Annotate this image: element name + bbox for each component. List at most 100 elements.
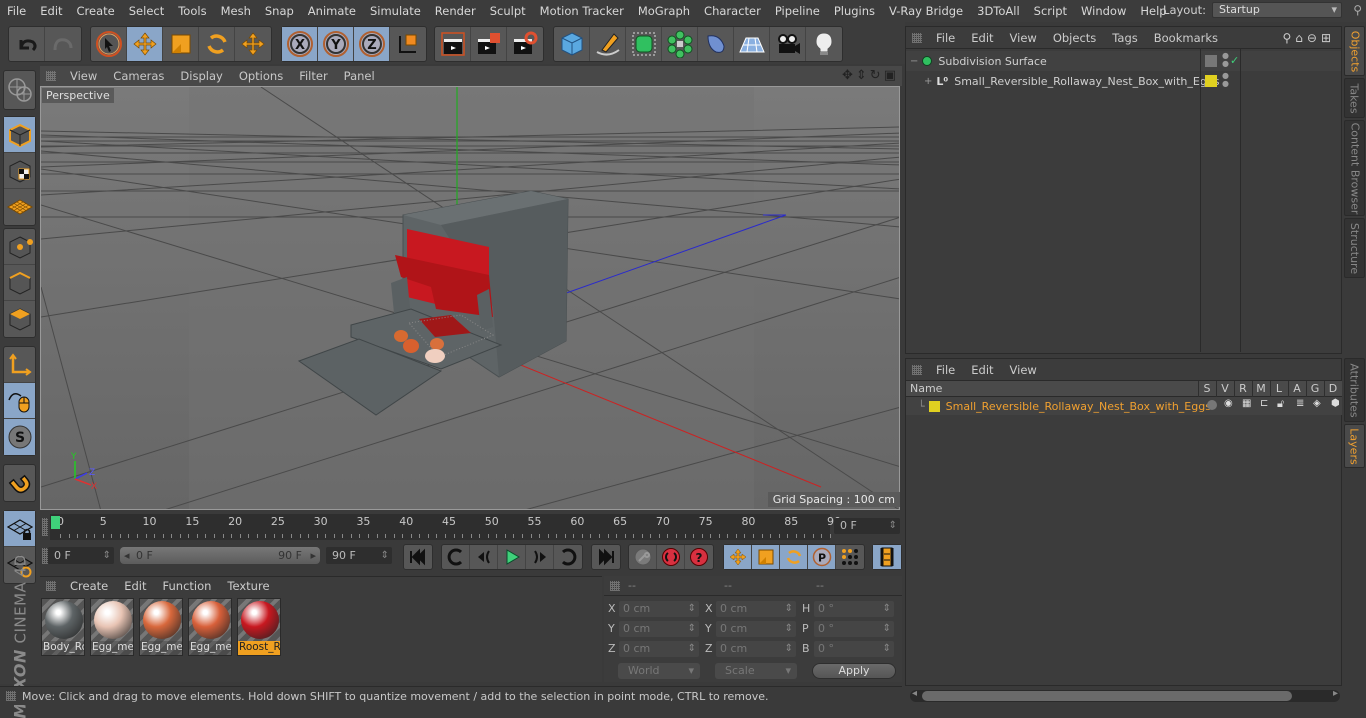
menu-render[interactable]: Render xyxy=(428,4,483,18)
viewport-menu-cameras[interactable]: Cameras xyxy=(105,69,172,83)
menu-simulate[interactable]: Simulate xyxy=(363,4,428,18)
size-mode-dropdown[interactable]: Scale xyxy=(715,663,797,679)
layer-color-icon[interactable] xyxy=(1205,75,1217,87)
texture-mode-button[interactable] xyxy=(4,153,35,189)
tab-layers[interactable]: Layers xyxy=(1344,424,1365,468)
column-name[interactable]: Name xyxy=(910,382,942,395)
render-view-button[interactable] xyxy=(435,27,471,61)
viewport-menu-display[interactable]: Display xyxy=(172,69,230,83)
key-rotation-button[interactable] xyxy=(780,545,808,569)
live-selection-button[interactable] xyxy=(91,27,127,61)
object-name[interactable]: Small_Reversible_Rollaway_Nest_Box_with_… xyxy=(954,75,1219,88)
editor-visibility-icon[interactable] xyxy=(1205,55,1217,67)
redo-button[interactable] xyxy=(45,27,81,61)
timeline-grip[interactable] xyxy=(42,518,48,536)
tab-attributes[interactable]: Attributes xyxy=(1344,358,1365,422)
enabled-check-icon[interactable]: ✓ xyxy=(1230,54,1239,67)
deformer-toggle-icon[interactable]: ⬢ xyxy=(1331,398,1340,409)
scroll-right-icon[interactable]: ▸ xyxy=(1333,688,1338,699)
start-frame-field[interactable]: 0 F xyxy=(48,547,114,564)
size-z-field[interactable]: 0 cm xyxy=(716,641,796,657)
rotate-tool-button[interactable] xyxy=(199,27,235,61)
objects-menu-objects[interactable]: Objects xyxy=(1045,31,1104,45)
menu-select[interactable]: Select xyxy=(122,4,171,18)
menu-motion-tracker[interactable]: Motion Tracker xyxy=(533,4,631,18)
tab-content-browser[interactable]: Content Browser xyxy=(1344,120,1365,216)
tab-objects[interactable]: Objects xyxy=(1344,26,1365,76)
objects-menu-edit[interactable]: Edit xyxy=(963,31,1001,45)
axis-mode-button[interactable] xyxy=(4,347,35,383)
new-view-icon[interactable]: ⊞ xyxy=(1321,31,1335,45)
scroll-left-icon[interactable]: ◂ xyxy=(912,688,917,699)
column-solo[interactable]: S xyxy=(1198,381,1215,397)
goto-start-button[interactable] xyxy=(404,545,432,569)
orbit-view-icon[interactable]: ↻ xyxy=(870,68,881,83)
floor-button[interactable] xyxy=(734,27,770,61)
menu-window[interactable]: Window xyxy=(1074,4,1133,18)
workplane-mode-button[interactable] xyxy=(4,189,35,225)
goto-end-button[interactable] xyxy=(592,545,620,569)
magnet-button[interactable] xyxy=(4,465,35,501)
menu-script[interactable]: Script xyxy=(1027,4,1074,18)
z-axis-button[interactable]: Z xyxy=(354,27,390,61)
layout-dropdown[interactable]: Startup xyxy=(1212,2,1342,18)
viewport-solo-button[interactable] xyxy=(4,71,35,109)
viewport-menu-filter[interactable]: Filter xyxy=(291,69,335,83)
rotation-b-field[interactable]: 0 ° xyxy=(814,641,894,657)
cloner-button[interactable] xyxy=(662,27,698,61)
lock-workplane-button[interactable] xyxy=(4,511,35,547)
render-settings-button[interactable] xyxy=(507,27,543,61)
coordinate-mode-dropdown[interactable]: World xyxy=(618,663,700,679)
snap-mode-button[interactable]: S xyxy=(4,419,35,455)
zoom-view-icon[interactable]: ⇕ xyxy=(856,68,867,83)
scrollbar-thumb[interactable] xyxy=(922,691,1292,701)
light-button[interactable] xyxy=(806,27,842,61)
layers-menu-file[interactable]: File xyxy=(928,363,963,377)
size-x-field[interactable]: 0 cm xyxy=(716,601,796,617)
menu-sculpt[interactable]: Sculpt xyxy=(483,4,533,18)
layer-color-swatch[interactable] xyxy=(928,400,940,412)
toggle-panels-icon[interactable]: ▣ xyxy=(884,68,896,83)
pan-view-icon[interactable]: ✥ xyxy=(842,68,853,83)
range-right-arrow-icon[interactable]: ▸ xyxy=(310,547,316,564)
search-icon[interactable]: ⚲ xyxy=(1282,31,1295,45)
search-icon[interactable]: ⚲ xyxy=(1353,3,1362,17)
current-frame-field[interactable]: 0 F xyxy=(834,518,900,534)
viewport-menu-options[interactable]: Options xyxy=(231,69,291,83)
position-x-field[interactable]: 0 cm xyxy=(619,601,699,617)
size-y-field[interactable]: 0 cm xyxy=(716,621,796,637)
coordinates-grip[interactable] xyxy=(610,580,620,591)
material-menu-create[interactable]: Create xyxy=(62,579,116,593)
material-grip[interactable] xyxy=(46,580,56,591)
prev-frame-button[interactable] xyxy=(470,545,498,569)
material-swatch[interactable]: Body_Ro xyxy=(41,598,85,656)
position-z-field[interactable]: 0 cm xyxy=(619,641,699,657)
camera-button[interactable] xyxy=(770,27,806,61)
cube-button[interactable] xyxy=(554,27,590,61)
view-toggle-icon[interactable]: ◉ xyxy=(1224,398,1233,409)
preview-range-slider[interactable]: ◂ 0 F 90 F ▸ xyxy=(120,547,320,564)
key-position-button[interactable] xyxy=(724,545,752,569)
x-axis-button[interactable]: X xyxy=(282,27,318,61)
record-key-button[interactable] xyxy=(629,545,657,569)
generator-toggle-icon[interactable]: ◈ xyxy=(1313,398,1321,409)
menu-vray-bridge[interactable]: V-Ray Bridge xyxy=(882,4,970,18)
column-deformers[interactable]: D xyxy=(1324,381,1341,397)
render-picture-viewer-button[interactable] xyxy=(471,27,507,61)
undo-button[interactable] xyxy=(9,27,45,61)
solo-toggle-icon[interactable] xyxy=(1207,400,1217,410)
end-frame-field[interactable]: 90 F xyxy=(326,547,392,564)
menu-create[interactable]: Create xyxy=(70,4,122,18)
timeline-ruler[interactable]: 051015202530354045505560657075808590 xyxy=(50,514,841,540)
visibility-dots-icon[interactable]: ● ● xyxy=(1222,52,1229,68)
timeline-window-button[interactable] xyxy=(873,545,901,569)
menu-character[interactable]: Character xyxy=(697,4,768,18)
material-swatch[interactable]: Egg_me xyxy=(139,598,183,656)
rotation-h-field[interactable]: 0 ° xyxy=(814,601,894,617)
y-axis-button[interactable]: Y xyxy=(318,27,354,61)
menu-3dtoall[interactable]: 3DToAll xyxy=(970,4,1027,18)
object-name[interactable]: Subdivision Surface xyxy=(938,55,1046,68)
prev-key-button[interactable] xyxy=(442,545,470,569)
edges-mode-button[interactable] xyxy=(4,265,35,301)
subdivision-button[interactable] xyxy=(626,27,662,61)
